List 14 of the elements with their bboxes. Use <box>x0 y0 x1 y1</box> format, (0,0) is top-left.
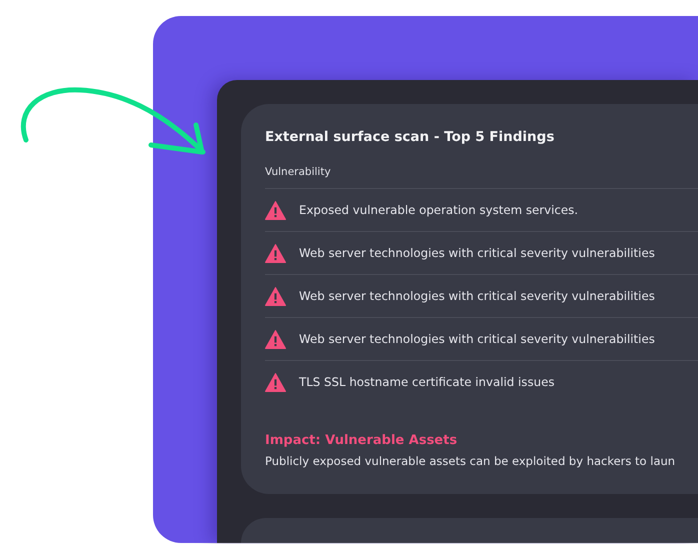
finding-text: Web server technologies with critical severity vulnerabilities <box>299 246 655 260</box>
warning-icon <box>265 330 286 348</box>
finding-text: Exposed vulnerable operation system services. <box>299 203 578 217</box>
finding-text: TLS SSL hostname certificate invalid issues <box>299 375 554 389</box>
warning-icon <box>265 286 286 306</box>
impact-title: Impact: Vulnerable Assets <box>265 433 458 448</box>
warning-icon <box>265 200 286 220</box>
card-title: External surface scan - Top 5 Findings <box>265 128 556 146</box>
warning-icon <box>265 372 286 392</box>
finding-text: Web server technologies with critical severity vulnerabilities <box>299 289 655 303</box>
impact-description: Publicly exposed vulnerable assets can be exploited by hackers to laun <box>265 454 676 468</box>
warning-icon <box>265 244 286 262</box>
finding-text: Web server technologies with critical severity vulnerabilities <box>299 332 655 346</box>
column-header: Vulnerability <box>265 166 698 189</box>
